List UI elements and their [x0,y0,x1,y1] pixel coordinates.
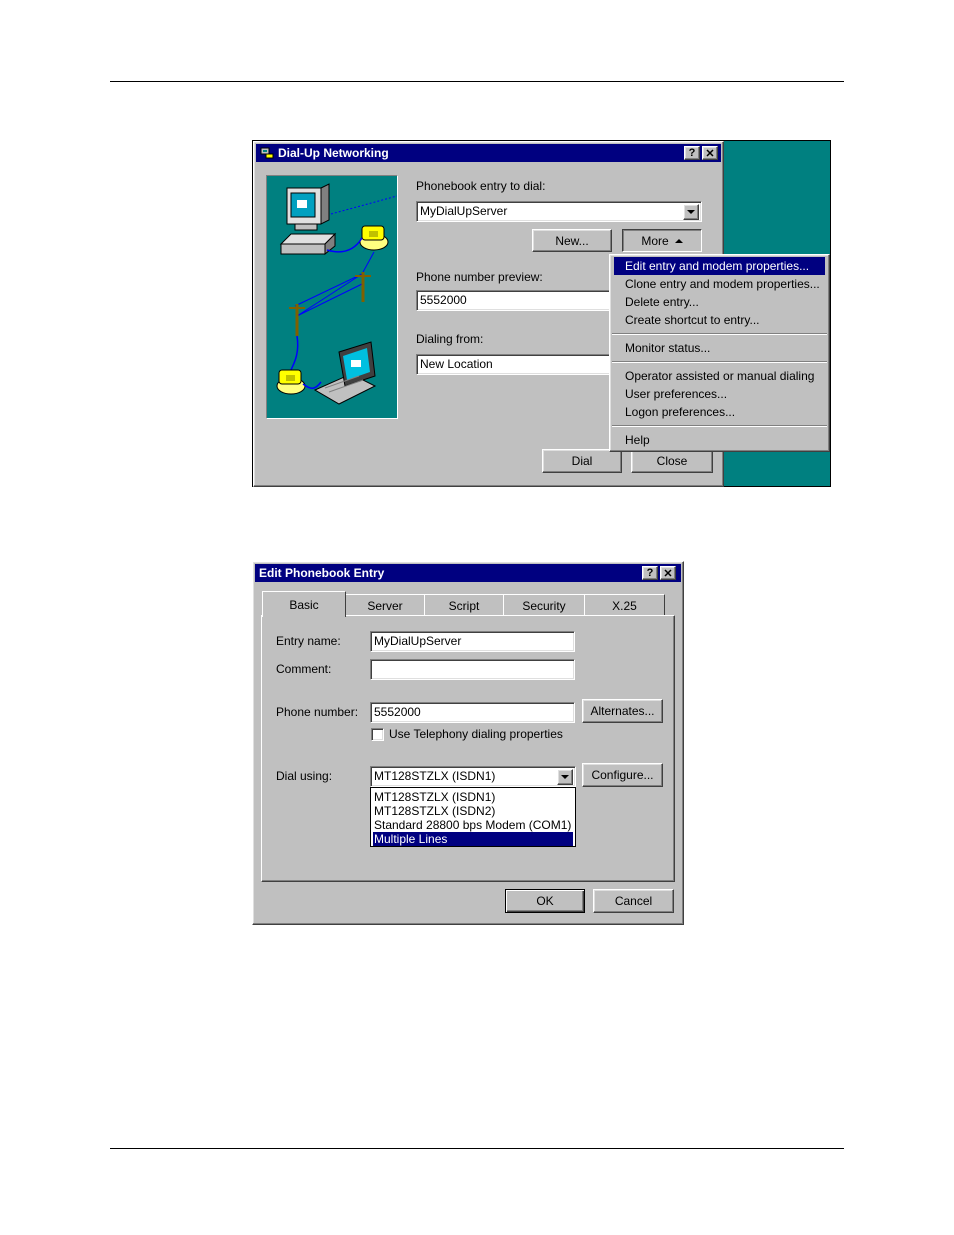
more-button-label: More [641,233,669,248]
tab-basic[interactable]: Basic [262,591,346,617]
menu-clone-entry[interactable]: Clone entry and modem properties... [614,275,825,293]
tab-x25[interactable]: X.25 [584,594,665,616]
new-button[interactable]: New... [532,229,612,252]
dialup-app-icon [260,147,274,159]
triangle-up-icon [674,238,683,243]
dialup-close-button[interactable]: ✕ [702,146,718,160]
more-button[interactable]: More [622,229,702,252]
phone-number-label: Phone number: [276,705,359,719]
dialing-from-label: Dialing from: [416,332,484,346]
tab-security[interactable]: Security [503,594,585,616]
dialup-title: Dial-Up Networking [278,146,389,160]
menu-monitor-status[interactable]: Monitor status... [614,339,825,357]
entry-name-input[interactable]: MyDialUpServer [370,631,575,652]
menu-separator [612,333,827,335]
telephony-checkbox[interactable] [371,728,384,741]
dial-using-listbox[interactable]: MT128STZLX (ISDN1) MT128STZLX (ISDN2) St… [370,787,576,847]
dial-using-dropdown[interactable]: MT128STZLX (ISDN1) [370,766,576,787]
top-rule [110,81,844,82]
menu-delete-entry[interactable]: Delete entry... [614,293,825,311]
configure-button[interactable]: Configure... [582,763,663,787]
dial-option-isdn1[interactable]: MT128STZLX (ISDN1) [373,790,573,804]
edit-help-button[interactable]: ? [642,566,658,580]
menu-operator-assisted[interactable]: Operator assisted or manual dialing [614,367,825,385]
dialing-from-field[interactable]: New Location [416,354,616,375]
menu-separator [612,425,827,427]
dialup-help-button[interactable]: ? [684,146,700,160]
menu-separator [612,361,827,363]
phonebook-entry-dropdown[interactable]: MyDialUpServer [416,201,702,222]
menu-logon-preferences[interactable]: Logon preferences... [614,403,825,421]
cancel-button[interactable]: Cancel [593,889,674,913]
tab-script[interactable]: Script [424,594,504,616]
network-illustration [266,175,398,419]
dialup-titlebar: Dial-Up Networking ? ✕ [256,144,721,162]
dial-option-isdn2[interactable]: MT128STZLX (ISDN2) [373,804,573,818]
dial-using-value: MT128STZLX (ISDN1) [374,769,496,783]
comment-input[interactable] [370,659,575,680]
comment-label: Comment: [276,662,332,676]
edit-close-button[interactable]: ✕ [660,566,676,580]
ok-button[interactable]: OK [505,889,585,913]
menu-create-shortcut[interactable]: Create shortcut to entry... [614,311,825,329]
tab-server[interactable]: Server [345,594,425,616]
phone-preview-field[interactable]: 5552000 [416,290,616,311]
edit-title: Edit Phonebook Entry [259,566,385,580]
bottom-rule [110,1148,844,1149]
phonebook-entry-label: Phonebook entry to dial: [416,179,546,193]
dial-using-dropdown-arrow[interactable] [557,769,573,785]
phonebook-entry-value: MyDialUpServer [420,204,508,218]
dial-using-label: Dial using: [276,769,333,783]
phone-number-input[interactable]: 5552000 [370,702,575,723]
chevron-down-icon [561,775,569,779]
network-diagram-icon [276,183,398,405]
close-button[interactable]: Close [631,449,713,473]
phone-preview-label: Phone number preview: [416,270,543,284]
dial-button[interactable]: Dial [542,449,622,473]
chevron-down-icon [687,210,695,214]
more-menu: Edit entry and modem properties... Clone… [609,254,830,452]
entry-name-label: Entry name: [276,634,341,648]
alternates-button[interactable]: Alternates... [582,699,663,723]
telephony-checkbox-label[interactable]: Use Telephony dialing properties [389,727,563,741]
menu-user-preferences[interactable]: User preferences... [614,385,825,403]
edit-titlebar: Edit Phonebook Entry ? ✕ [255,564,681,582]
menu-help[interactable]: Help [614,431,825,449]
menu-edit-entry[interactable]: Edit entry and modem properties... [614,257,825,275]
dial-option-modem-com1[interactable]: Standard 28800 bps Modem (COM1) [373,818,573,832]
dial-option-multiple-lines[interactable]: Multiple Lines [373,832,573,846]
phonebook-dropdown-arrow[interactable] [683,204,699,220]
